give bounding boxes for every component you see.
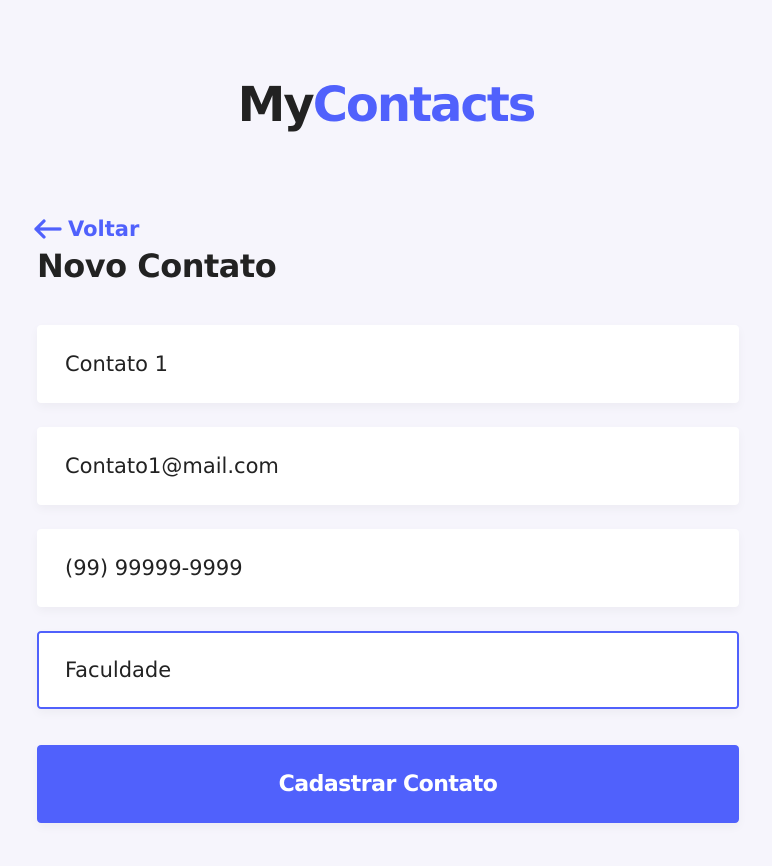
- name-input[interactable]: [37, 325, 739, 403]
- category-input[interactable]: [37, 631, 739, 709]
- back-link[interactable]: Voltar: [32, 214, 139, 244]
- email-input[interactable]: [37, 427, 739, 505]
- back-link-label: Voltar: [68, 217, 140, 241]
- phone-input[interactable]: [37, 529, 739, 607]
- arrow-left-icon: [32, 218, 62, 240]
- submit-button[interactable]: Cadastrar Contato: [37, 745, 739, 823]
- logo-part-contacts: Contacts: [312, 77, 537, 133]
- page-title: Novo Contato: [37, 247, 277, 285]
- logo-part-my: My: [237, 77, 315, 133]
- app-logo: MyContacts: [0, 70, 772, 140]
